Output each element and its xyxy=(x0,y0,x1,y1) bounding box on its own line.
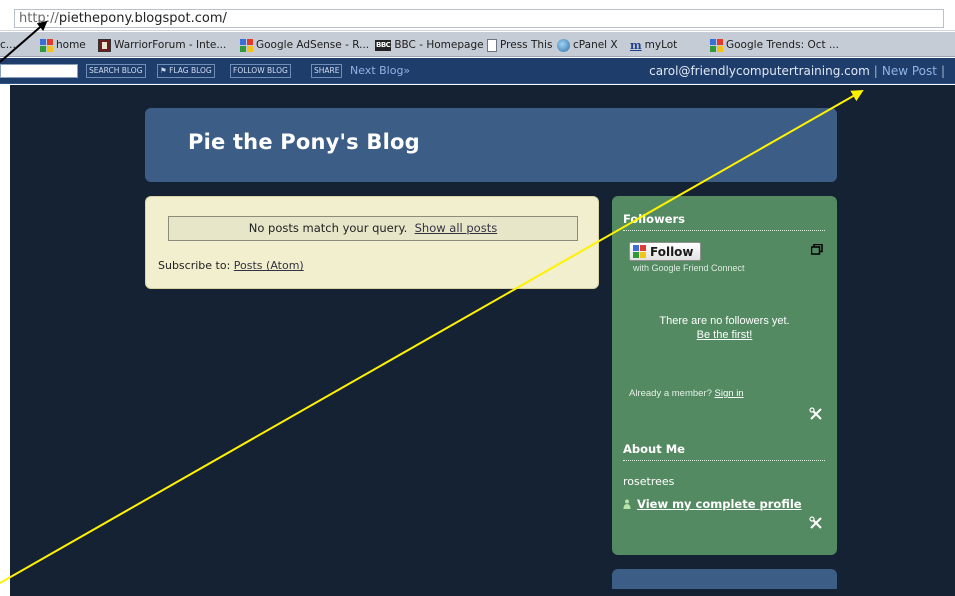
author-name: rosetrees xyxy=(623,475,675,488)
bookmark-label: Google Trends: Oct ... xyxy=(726,39,839,51)
flag-blog-label: FLAG BLOG xyxy=(169,66,212,75)
member-prompt: Already a member? xyxy=(629,388,712,399)
bookmark-home[interactable]: home xyxy=(40,37,86,53)
person-icon xyxy=(623,499,631,509)
blog-page: Pie the Pony's Blog No posts match your … xyxy=(10,85,955,596)
gfc-note: with Google Friend Connect xyxy=(633,263,745,273)
bookmark-cpanel[interactable]: cPanel X xyxy=(557,37,618,53)
google-icon xyxy=(710,38,723,52)
google-icon xyxy=(633,245,646,258)
new-post-link[interactable]: New Post xyxy=(882,64,937,78)
tools-icon[interactable] xyxy=(809,407,823,421)
member-line: Already a member? Sign in xyxy=(629,388,744,399)
bookmark-label: cPanel X xyxy=(573,39,618,51)
profile-link-row: View my complete profile xyxy=(623,497,802,511)
share-button[interactable]: SHARE xyxy=(311,64,343,78)
navbar-search-input[interactable] xyxy=(0,64,78,78)
blog-title[interactable]: Pie the Pony's Blog xyxy=(188,130,420,154)
status-message: No posts match your query. Show all post… xyxy=(168,216,578,241)
navbar-separator: | xyxy=(873,64,878,78)
bookmark-label: Press This xyxy=(500,39,553,51)
bookmark-label: myLot xyxy=(644,39,678,51)
about-me-title: About Me xyxy=(623,442,825,461)
page-icon xyxy=(487,38,497,52)
navbar-user-area: carol@friendlycomputertraining.com | New P… xyxy=(649,63,949,79)
status-text: No posts match your query. xyxy=(248,221,408,235)
bookmark-truncated[interactable]: c... xyxy=(0,37,16,53)
bookmark-label: Google AdSense - R... xyxy=(256,39,370,51)
posts-area: No posts match your query. Show all post… xyxy=(145,196,599,289)
search-blog-button[interactable]: SEARCH BLOG xyxy=(86,64,146,78)
bookmarks-bar: c... home WarriorForum - Inte... Google … xyxy=(0,32,955,57)
mylot-icon: m xyxy=(630,38,642,52)
no-followers-text: There are no followers yet. xyxy=(659,315,790,327)
address-protocol: http:// xyxy=(19,11,59,26)
bookmark-label: WarriorForum - Inte... xyxy=(114,39,227,51)
subscribe-label: Subscribe to: xyxy=(158,259,231,272)
bookmark-google-trends[interactable]: Google Trends: Oct ... xyxy=(710,37,839,53)
blogger-navbar: SEARCH BLOG ⚑ FLAG BLOG FOLLOW BLOG SHAR… xyxy=(0,58,955,84)
navbar-separator: | xyxy=(940,64,945,78)
next-widget xyxy=(612,569,837,589)
next-blog-link[interactable]: Next Blog» xyxy=(350,64,410,78)
bookmark-label: BBC - Homepage xyxy=(394,39,484,51)
show-all-posts-link[interactable]: Show all posts xyxy=(415,221,498,235)
google-icon xyxy=(40,38,53,52)
blog-header: Pie the Pony's Blog xyxy=(145,108,837,182)
flag-icon: ⚑ xyxy=(160,66,170,75)
tools-icon[interactable] xyxy=(809,516,823,530)
address-host: piethepony.blogspot.com/ xyxy=(58,11,227,26)
follow-button[interactable]: Follow xyxy=(629,242,701,261)
bookmark-label: home xyxy=(56,39,86,51)
bookmark-warriorforum[interactable]: WarriorForum - Inte... xyxy=(98,37,226,53)
sidebar: Followers Follow with Google Friend Conn… xyxy=(612,196,837,555)
bookmark-adsense[interactable]: Google AdSense - R... xyxy=(240,37,369,53)
address-input[interactable]: http://piethepony.blogspot.com/ xyxy=(14,9,944,28)
follow-blog-button[interactable]: FOLLOW BLOG xyxy=(230,64,291,78)
popout-icon[interactable] xyxy=(811,244,823,255)
no-followers-message: There are no followers yet. Be the first… xyxy=(612,314,837,342)
browser-address-bar: http://piethepony.blogspot.com/ xyxy=(0,0,955,31)
flag-blog-button[interactable]: ⚑ FLAG BLOG xyxy=(157,64,215,78)
posts-atom-link[interactable]: Posts (Atom) xyxy=(234,259,304,272)
bookmark-label: c... xyxy=(0,39,16,51)
bbc-icon: BBC xyxy=(375,39,392,51)
user-email: carol@friendlycomputertraining.com xyxy=(649,64,870,78)
cpanel-icon xyxy=(557,38,570,52)
subscribe-line: Subscribe to: Posts (Atom) xyxy=(158,259,304,272)
followers-title: Followers xyxy=(623,212,825,231)
bookmark-mylot[interactable]: m myLot xyxy=(630,37,677,53)
sign-in-link[interactable]: Sign in xyxy=(715,388,744,399)
be-first-link[interactable]: Be the first! xyxy=(697,329,753,341)
warriorforum-icon xyxy=(98,38,111,52)
bookmark-press-this[interactable]: Press This xyxy=(487,37,552,53)
google-icon xyxy=(240,38,253,52)
view-profile-link[interactable]: View my complete profile xyxy=(637,497,802,511)
follow-label: Follow xyxy=(650,244,694,259)
bookmark-bbc[interactable]: BBC BBC - Homepage xyxy=(375,37,484,53)
